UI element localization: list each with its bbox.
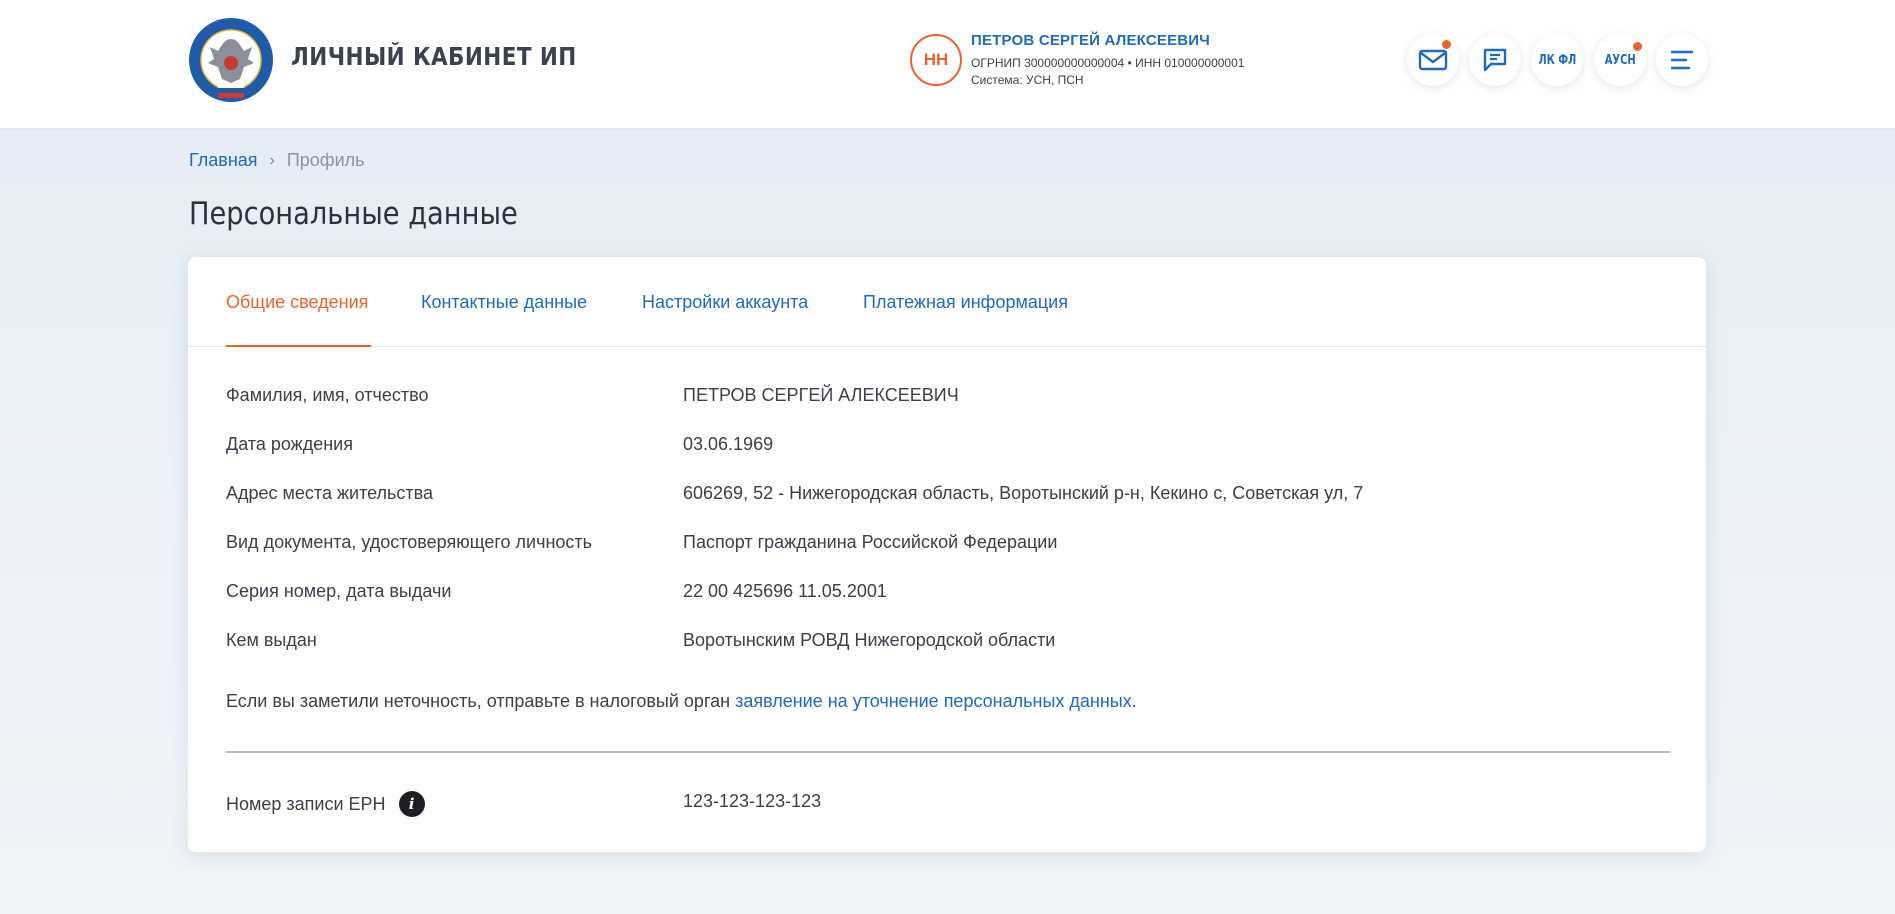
mail-icon [1418, 49, 1448, 71]
field-value-birth-date: 03.06.1969 [683, 434, 774, 454]
user-tax-system: Система: УСН, ПСН [971, 73, 1084, 87]
profile-card: Общие сведения Контактные данные Настрой… [188, 257, 1706, 852]
field-label-issued-by: Кем выдан [226, 630, 317, 650]
field-value-issued-by: Воротынским РОВД Нижегородской области [683, 630, 1056, 650]
fns-emblem-logo[interactable] [188, 17, 274, 103]
user-name[interactable]: ПЕТРОВ СЕРГЕЙ АЛЕКСЕЕВИЧ [971, 32, 1244, 49]
breadcrumb-current: Профиль [286, 150, 365, 170]
info-icon[interactable]: i [398, 791, 425, 817]
app-title: ЛИЧНЫЙ КАБИНЕТ ИП [291, 42, 577, 71]
field-label-birth-date: Дата рождения [226, 434, 353, 454]
field-value-full-name: ПЕТРОВ СЕРГЕЙ АЛЕКСЕЕВИЧ [683, 385, 959, 405]
field-label-address: Адрес места жительства [226, 483, 434, 503]
section-divider [226, 751, 1670, 753]
ern-label-group: Номер записи ЕРН i [226, 791, 425, 817]
breadcrumb: Главная › Профиль [189, 150, 365, 171]
user-avatar[interactable]: НН [910, 34, 962, 86]
field-value-ern: 123-123-123-123 [683, 791, 822, 811]
chevron-right-icon: › [269, 151, 275, 169]
field-value-address: 606269, 52 - Нижегородская область, Воро… [683, 483, 1364, 503]
field-label-document-type: Вид документа, удостоверяющего личность [226, 532, 593, 552]
field-label-full-name: Фамилия, имя, отчество [226, 385, 429, 405]
ausn-label: АУСН [1604, 52, 1636, 68]
field-value-document-number: 22 00 425696 11.05.2001 [683, 581, 887, 601]
menu-button[interactable] [1656, 34, 1708, 86]
user-ids: ОГРНИП 300000000000004 • ИНН 01000000000… [971, 56, 1245, 70]
note-text: Если вы заметили неточность, отправьте в… [226, 691, 736, 711]
tabs-bar: Общие сведения Контактные данные Настрой… [188, 257, 1706, 347]
note-end: . [1131, 691, 1137, 711]
ausn-button[interactable]: АУСН [1594, 34, 1646, 86]
field-label-document-number: Серия номер, дата выдачи [226, 581, 452, 601]
hamburger-menu-icon [1670, 50, 1694, 70]
page-title: Персональные данные [189, 196, 518, 232]
notification-dot [1442, 40, 1451, 49]
chat-icon [1483, 48, 1507, 72]
field-label-ern: Номер записи ЕРН [226, 793, 386, 814]
correction-note: Если вы заметили неточность, отправьте в… [226, 691, 1137, 712]
tab-payment-info[interactable]: Платежная информация [863, 292, 1068, 313]
notification-dot [1633, 42, 1642, 51]
top-header: ЛИЧНЫЙ КАБИНЕТ ИП НН ПЕТРОВ СЕРГЕЙ АЛЕКС… [0, 0, 1895, 128]
correction-request-link[interactable]: заявление на уточнение персональных данн… [735, 691, 1132, 711]
lk-fl-button[interactable]: ЛК ФЛ [1531, 34, 1583, 86]
lk-fl-label: ЛК ФЛ [1538, 52, 1576, 68]
field-value-document-type: Паспорт гражданина Российской Федерации [683, 532, 1058, 552]
chat-button[interactable] [1469, 34, 1521, 86]
tab-general-info[interactable]: Общие сведения [226, 292, 368, 313]
tab-contact-details[interactable]: Контактные данные [421, 292, 587, 313]
user-info[interactable]: ПЕТРОВ СЕРГЕЙ АЛЕКСЕЕВИЧ ОГРНИП 30000000… [971, 32, 1244, 87]
mail-button[interactable] [1407, 34, 1459, 86]
active-tab-indicator [226, 345, 371, 347]
tab-account-settings[interactable]: Настройки аккаунта [642, 292, 808, 313]
breadcrumb-home-link[interactable]: Главная [189, 150, 258, 171]
